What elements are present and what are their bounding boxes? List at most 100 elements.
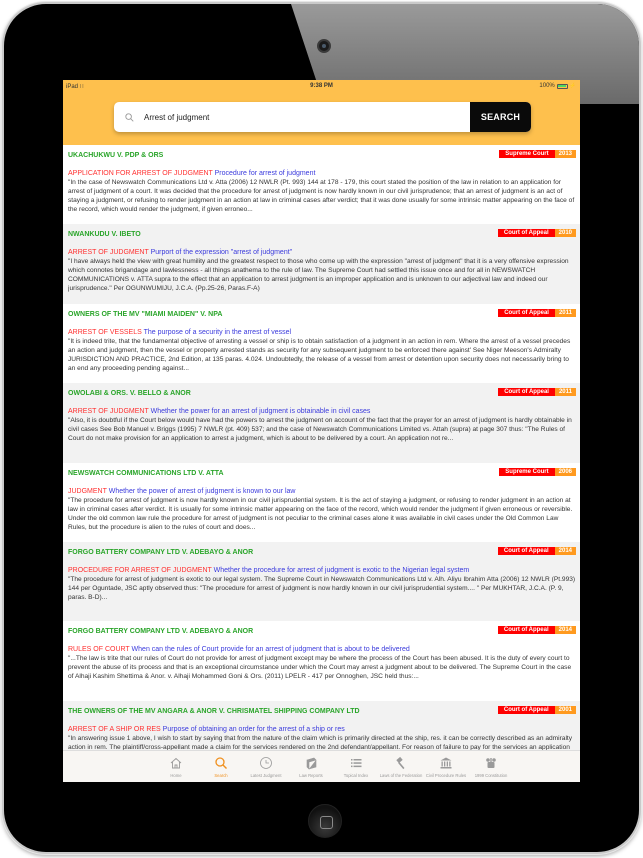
subject-heading: JUDGMENT bbox=[68, 487, 107, 495]
topic-link[interactable]: Procedure for arrest of judgment bbox=[215, 170, 316, 177]
tab-label: Laws of the Federation bbox=[379, 773, 423, 778]
battery-icon bbox=[556, 83, 568, 89]
search-bar: SEARCH bbox=[114, 102, 531, 132]
excerpt-text: "The procedure for arrest of judgment is… bbox=[68, 496, 573, 531]
tab-search[interactable]: Search bbox=[199, 751, 244, 782]
clock-icon bbox=[259, 754, 273, 772]
court-name: Court of Appeal bbox=[497, 546, 555, 555]
search-header: iPad ∷ 9:38 PM 100% ⚡ SEARCH bbox=[63, 80, 580, 145]
subject-heading: RULES OF COURT bbox=[68, 646, 130, 654]
summary-line: ARREST OF JUDGMENT Whether the power for… bbox=[68, 407, 576, 416]
court-name: Supreme Court bbox=[499, 467, 555, 476]
summary-line: ARREST OF VESSELS The purpose of a secur… bbox=[68, 328, 576, 337]
tab-latest-judgment[interactable]: Latest Judgment bbox=[244, 751, 289, 782]
status-bar-right: 100% ⚡ bbox=[539, 83, 576, 89]
status-bar: iPad ∷ 9:38 PM 100% ⚡ bbox=[63, 80, 580, 92]
excerpt-text: "It is indeed trite, that the fundamenta… bbox=[68, 337, 571, 372]
excerpt-text: "I have always held the view with great … bbox=[68, 258, 569, 293]
summary-line: APPLICATION FOR ARREST OF JUDGMENT Proce… bbox=[68, 169, 576, 178]
summary-line: JUDGMENT Whether the power of arrest of … bbox=[68, 487, 576, 496]
result-item[interactable]: OWOLABI & ORS. V. BELLO & ANOR Court of … bbox=[63, 383, 580, 463]
result-item[interactable]: NWANKUDU V. IBETO Court of Appeal 2010 A… bbox=[63, 224, 580, 304]
search-button[interactable]: SEARCH bbox=[470, 102, 531, 132]
topic-link[interactable]: Purpose of obtaining an order for the ar… bbox=[163, 726, 345, 733]
result-item[interactable]: FORGO BATTERY COMPANY LTD V. ADEBAYO & A… bbox=[63, 621, 580, 701]
excerpt-text: "In the case of Newswatch Communications… bbox=[68, 179, 575, 213]
topic-link[interactable]: Whether the power of arrest of judgment … bbox=[109, 488, 296, 495]
summary-line: ARREST OF A SHIP OR RES Purpose of obtai… bbox=[68, 725, 576, 734]
search-field-icon bbox=[114, 102, 144, 132]
court-badge: Court of Appeal 2001 bbox=[497, 705, 576, 714]
court-badge: Supreme Court 2006 bbox=[499, 467, 576, 476]
tab-1999-constitution[interactable]: 1999 Constitution bbox=[469, 751, 514, 782]
constitution-icon bbox=[484, 754, 498, 772]
tab-label: Search bbox=[214, 773, 228, 778]
result-item[interactable]: FORGO BATTERY COMPANY LTD V. ADEBAYO & A… bbox=[63, 541, 580, 622]
court-name: Court of Appeal bbox=[497, 705, 555, 714]
clock: 9:38 PM bbox=[310, 83, 333, 89]
summary-line: PROCEDURE FOR ARREST OF JUDGMENT Whether… bbox=[68, 566, 576, 575]
front-camera bbox=[317, 39, 331, 53]
court-badge: Court of Appeal 2011 bbox=[498, 308, 576, 317]
tab-label: Civil Procedure Rules bbox=[425, 773, 467, 778]
search-icon bbox=[214, 754, 228, 772]
court-badge: Court of Appeal 2014 bbox=[497, 546, 576, 555]
subject-heading: ARREST OF VESSELS bbox=[68, 328, 142, 336]
court-badge: Court of Appeal 2011 bbox=[498, 388, 576, 397]
search-input[interactable] bbox=[144, 102, 470, 132]
tab-bar: Home Search Latest Judgment Law Reports … bbox=[63, 750, 580, 782]
court-badge: Supreme Court 2013 bbox=[499, 150, 576, 158]
subject-heading: PROCEDURE FOR ARREST OF JUDGMENT bbox=[68, 566, 212, 574]
summary-line: ARREST OF JUDGMENT Purport of the expres… bbox=[68, 248, 576, 257]
subject-heading: ARREST OF JUDGMENT bbox=[68, 249, 149, 257]
home-button[interactable] bbox=[308, 804, 342, 838]
result-item[interactable]: THE OWNERS OF THE MV ANGARA & ANOR V. CH… bbox=[63, 700, 580, 750]
court-name: Court of Appeal bbox=[497, 229, 555, 238]
tab-civil-procedure-rules[interactable]: Civil Procedure Rules bbox=[424, 751, 469, 782]
court-badge: Court of Appeal 2014 bbox=[497, 626, 576, 635]
result-item[interactable]: UKACHUKWU V. PDP & ORS Supreme Court 201… bbox=[63, 145, 580, 225]
excerpt-text: "The procedure for arrest of judgment is… bbox=[68, 575, 576, 601]
books-icon bbox=[304, 754, 318, 772]
tab-label: Law Reports bbox=[299, 773, 323, 778]
gavel-icon bbox=[394, 754, 408, 772]
tab-home[interactable]: Home bbox=[154, 751, 199, 782]
result-item[interactable]: OWNERS OF THE MV "MIAMI MAIDEN" V. NPA C… bbox=[63, 303, 580, 384]
tab-label: Topical Index bbox=[343, 773, 369, 778]
court-name: Court of Appeal bbox=[498, 388, 555, 397]
court-name: Supreme Court bbox=[499, 150, 555, 158]
excerpt-text: "...The law is trite that our rules of C… bbox=[68, 655, 572, 681]
tab-label: 1999 Constitution bbox=[474, 773, 508, 778]
judgment-year: 2013 bbox=[554, 150, 576, 158]
result-item[interactable]: NEWSWATCH COMMUNICATIONS LTD V. ATTA Sup… bbox=[63, 462, 580, 542]
tab-law-reports[interactable]: Law Reports bbox=[289, 751, 334, 782]
battery-percent: 100% bbox=[539, 83, 555, 89]
excerpt-text: "Also, it is doubtful if the Court below… bbox=[68, 417, 572, 443]
tab-label: Home bbox=[170, 773, 182, 778]
judgment-year: 2014 bbox=[554, 546, 576, 555]
topic-link[interactable]: Purport of the expression "arrest of jud… bbox=[151, 249, 293, 256]
summary-line: RULES OF COURT When can the rules of Cou… bbox=[68, 645, 576, 654]
excerpt-text: "In answering issue 1 above, I wish to s… bbox=[68, 734, 573, 750]
judgment-year: 2011 bbox=[554, 308, 576, 317]
topic-link[interactable]: When can the rules of Court provide for … bbox=[132, 646, 410, 653]
results-list[interactable]: UKACHUKWU V. PDP & ORS Supreme Court 201… bbox=[63, 145, 580, 750]
judgment-year: 2014 bbox=[554, 626, 576, 635]
topic-link[interactable]: Whether the procedure for arrest of judg… bbox=[214, 567, 470, 574]
judgment-year: 2006 bbox=[554, 467, 576, 476]
judgment-year: 2001 bbox=[554, 705, 576, 714]
court-name: Court of Appeal bbox=[498, 308, 555, 317]
judgment-year: 2010 bbox=[554, 229, 576, 238]
subject-heading: APPLICATION FOR ARREST OF JUDGMENT bbox=[68, 170, 213, 177]
court-badge: Court of Appeal 2010 bbox=[497, 229, 576, 238]
app-screen: iPad ∷ 9:38 PM 100% ⚡ SEARCH UKACHUKWU V… bbox=[63, 80, 580, 782]
topic-link[interactable]: The purpose of a security in the arrest … bbox=[144, 329, 291, 336]
tab-laws-of-the-federation[interactable]: Laws of the Federation bbox=[379, 751, 424, 782]
topic-link[interactable]: Whether the power for an arrest of judgm… bbox=[151, 408, 371, 415]
charging-icon: ⚡ bbox=[569, 83, 576, 89]
courthouse-icon bbox=[439, 754, 453, 772]
tab-topical-index[interactable]: Topical Index bbox=[334, 751, 379, 782]
court-name: Court of Appeal bbox=[497, 626, 555, 635]
judgment-year: 2011 bbox=[554, 388, 576, 397]
subject-heading: ARREST OF JUDGMENT bbox=[68, 408, 149, 416]
